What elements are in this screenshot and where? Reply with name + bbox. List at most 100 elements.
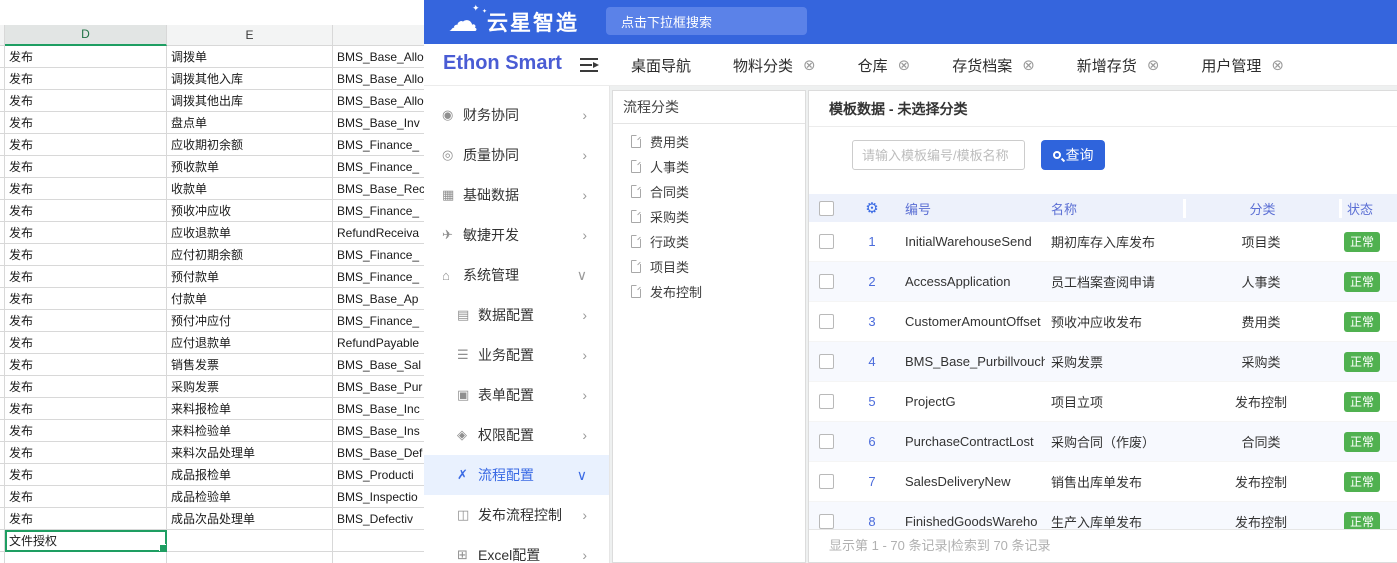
nav-tab[interactable]: 物料分类 ⊗: [733, 55, 816, 76]
cell-doc-code[interactable]: BMS_Base_Def: [333, 442, 424, 464]
row-checkbox[interactable]: [819, 394, 834, 409]
cell-doc-code[interactable]: [333, 530, 424, 552]
cell-publish-status[interactable]: 发布: [5, 178, 167, 200]
cell-doc-name[interactable]: 销售发票: [167, 354, 333, 376]
query-button[interactable]: 查询: [1041, 140, 1105, 170]
cell-doc-code[interactable]: BMS_Finance_: [333, 310, 424, 332]
cell-publish-status[interactable]: 发布: [5, 508, 167, 530]
cell-doc-name[interactable]: 预收款单: [167, 156, 333, 178]
cell-publish-status[interactable]: 发布: [5, 46, 167, 68]
cell-doc-name[interactable]: 预付款单: [167, 266, 333, 288]
row-code[interactable]: ProjectG: [899, 394, 1045, 409]
cell-doc-code[interactable]: BMS_Base_Sal: [333, 354, 424, 376]
tree-item[interactable]: 费用类: [613, 129, 805, 154]
nav-tab[interactable]: 仓库 ⊗: [858, 55, 911, 76]
cell-doc-name[interactable]: 成品次品处理单: [167, 508, 333, 530]
cell-doc-name[interactable]: 来料检验单: [167, 420, 333, 442]
cell-doc-name[interactable]: 成品检验单: [167, 486, 333, 508]
tab-close-icon[interactable]: ⊗: [1147, 58, 1160, 73]
row-code[interactable]: CustomerAmountOffset: [899, 314, 1045, 329]
cell-publish-status[interactable]: 发布: [5, 156, 167, 178]
row-checkbox[interactable]: [819, 274, 834, 289]
cell-doc-name[interactable]: 应收期初余额: [167, 134, 333, 156]
select-all-checkbox[interactable]: [819, 201, 834, 216]
row-checkbox[interactable]: [819, 434, 834, 449]
tab-close-icon[interactable]: ⊗: [803, 58, 816, 73]
cell-doc-code[interactable]: BMS_Base_Allo: [333, 90, 424, 112]
column-header-f[interactable]: [333, 25, 424, 46]
cell-doc-name[interactable]: 盘点单: [167, 112, 333, 134]
sidebar-item[interactable]: ⌂ 系统管理 ∨: [424, 255, 609, 295]
column-header-e[interactable]: E: [167, 25, 333, 46]
cell-doc-code[interactable]: BMS_Base_Inv: [333, 112, 424, 134]
cell-doc-code[interactable]: [333, 552, 424, 563]
cell-publish-status[interactable]: 发布: [5, 310, 167, 332]
cell-doc-code[interactable]: BMS_Finance_: [333, 244, 424, 266]
cell-doc-name[interactable]: 调拨其他入库: [167, 68, 333, 90]
cell-doc-name[interactable]: 应付退款单: [167, 332, 333, 354]
cell-publish-status[interactable]: 发布: [5, 112, 167, 134]
cell-doc-code[interactable]: BMS_Base_Ins: [333, 420, 424, 442]
tree-item[interactable]: 合同类: [613, 179, 805, 204]
cell-publish-status[interactable]: 发布: [5, 266, 167, 288]
cell-doc-code[interactable]: BMS_Base_Allo: [333, 68, 424, 90]
cell-publish-status[interactable]: 发布: [5, 354, 167, 376]
nav-tab[interactable]: 用户管理 ⊗: [1201, 55, 1284, 76]
cell-doc-code[interactable]: BMS_Base_Ap: [333, 288, 424, 310]
column-header-d[interactable]: D: [5, 25, 167, 46]
cell-doc-code[interactable]: BMS_Finance_: [333, 134, 424, 156]
cell-doc-name[interactable]: 付款单: [167, 288, 333, 310]
cell-doc-code[interactable]: RefundPayable: [333, 332, 424, 354]
cell-publish-status[interactable]: 发布: [5, 90, 167, 112]
tree-item[interactable]: 人事类: [613, 154, 805, 179]
cell-doc-name[interactable]: 应付初期余额: [167, 244, 333, 266]
row-checkbox[interactable]: [819, 514, 834, 529]
cell-doc-code[interactable]: RefundReceiva: [333, 222, 424, 244]
cell-doc-code[interactable]: BMS_Base_Allo: [333, 46, 424, 68]
cell-doc-name[interactable]: 采购发票: [167, 376, 333, 398]
cell-publish-status[interactable]: 发布: [5, 68, 167, 90]
cell-doc-code[interactable]: BMS_Defectiv: [333, 508, 424, 530]
cell-publish-status[interactable]: [5, 552, 167, 563]
sidebar-item[interactable]: ▦ 基础数据 ›: [424, 175, 609, 215]
cell-publish-status[interactable]: 发布: [5, 442, 167, 464]
nav-tab[interactable]: 新增存货 ⊗: [1077, 55, 1160, 76]
cell-publish-status[interactable]: 发布: [5, 244, 167, 266]
dropdown-search-button[interactable]: 点击下拉框搜索: [606, 7, 807, 35]
cell-doc-code[interactable]: BMS_Finance_: [333, 200, 424, 222]
cell-doc-name[interactable]: 调拨单: [167, 46, 333, 68]
cell-doc-name[interactable]: 预收冲应收: [167, 200, 333, 222]
nav-tab[interactable]: 存货档案 ⊗: [952, 55, 1035, 76]
cell-doc-name[interactable]: 调拨其他出库: [167, 90, 333, 112]
header-name[interactable]: 名称: [1045, 199, 1183, 218]
cell-doc-code[interactable]: BMS_Inspectio: [333, 486, 424, 508]
tab-close-icon[interactable]: ⊗: [1271, 58, 1284, 73]
cell-doc-name[interactable]: 成品报检单: [167, 464, 333, 486]
cell-publish-status[interactable]: 文件授权: [5, 530, 167, 552]
header-category[interactable]: 分类: [1183, 199, 1339, 218]
sidebar-item[interactable]: ⊞ Excel配置 ›: [424, 535, 609, 563]
cell-publish-status[interactable]: 发布: [5, 332, 167, 354]
tree-item[interactable]: 采购类: [613, 204, 805, 229]
cell-publish-status[interactable]: 发布: [5, 134, 167, 156]
gear-icon[interactable]: ⚙: [865, 200, 878, 217]
cell-doc-name[interactable]: [167, 552, 333, 563]
tab-close-icon[interactable]: ⊗: [898, 58, 911, 73]
row-code[interactable]: AccessApplication: [899, 274, 1045, 289]
header-status[interactable]: 状态: [1339, 199, 1397, 218]
row-code[interactable]: BMS_Base_Purbillvouch: [899, 354, 1045, 369]
cell-doc-code[interactable]: BMS_Finance_: [333, 156, 424, 178]
cell-doc-code[interactable]: BMS_Producti: [333, 464, 424, 486]
cell-doc-code[interactable]: BMS_Base_Inc: [333, 398, 424, 420]
sidebar-item[interactable]: ◉ 财务协同 ›: [424, 95, 609, 135]
sidebar-item[interactable]: ◫ 发布流程控制 ›: [424, 495, 609, 535]
header-code[interactable]: 编号: [899, 199, 1045, 218]
cell-doc-code[interactable]: BMS_Finance_: [333, 266, 424, 288]
row-code[interactable]: FinishedGoodsWareho: [899, 514, 1045, 529]
sidebar-item[interactable]: ✈ 敏捷开发 ›: [424, 215, 609, 255]
row-checkbox[interactable]: [819, 314, 834, 329]
tree-item[interactable]: 发布控制: [613, 279, 805, 304]
cell-doc-name[interactable]: 来料次品处理单: [167, 442, 333, 464]
sidebar-collapse-icon[interactable]: [580, 58, 598, 72]
tree-item[interactable]: 项目类: [613, 254, 805, 279]
